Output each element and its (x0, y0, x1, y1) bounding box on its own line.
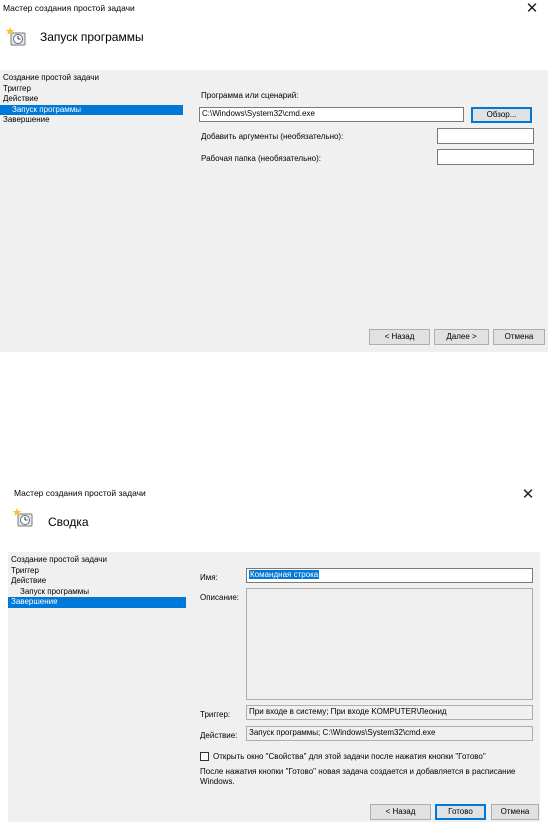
wizard-steps: Создание простой задачи Триггер Действие… (0, 73, 183, 126)
action-value: Запуск программы; C:\Windows\System32\cm… (246, 726, 533, 741)
cancel-button[interactable]: Отмена (491, 804, 539, 820)
open-properties-label[interactable]: Открыть окно "Свойства" для этой задачи … (213, 752, 486, 761)
page-title: Запуск программы (40, 30, 144, 44)
trigger-label: Триггер: (200, 710, 231, 719)
title-bar: Мастер создания простой задачи ✕ (0, 470, 548, 502)
arguments-label: Добавить аргументы (необязательно): (201, 132, 344, 141)
workdir-label: Рабочая папка (необязательно): (201, 154, 322, 163)
wizard-body: Создание простой задачи Триггер Действие… (8, 552, 540, 822)
close-icon[interactable]: ✕ (524, 0, 540, 16)
name-label: Имя: (200, 573, 218, 582)
title-bar: Мастер создания простой задачи ✕ (0, 0, 548, 18)
task-scheduler-icon (6, 27, 26, 46)
step-start-program[interactable]: Запуск программы (0, 104, 183, 115)
step-trigger[interactable]: Триггер (0, 84, 183, 95)
description-field[interactable] (246, 588, 533, 700)
back-button[interactable]: < Назад (369, 329, 430, 345)
program-label: Программа или сценарий: (201, 91, 299, 100)
trigger-value: При входе в систему; При входе KOMPUTER\… (246, 705, 533, 720)
step-action[interactable]: Действие (8, 576, 186, 587)
step-finish[interactable]: Завершение (0, 115, 183, 126)
name-value: Командная строка (249, 570, 320, 579)
close-icon[interactable]: ✕ (520, 486, 536, 502)
cancel-button[interactable]: Отмена (493, 329, 545, 345)
description-label: Описание: (200, 593, 240, 602)
next-button[interactable]: Далее > (434, 329, 489, 345)
wizard-body: Создание простой задачи Триггер Действие… (0, 70, 548, 352)
window-title: Мастер создания простой задачи (14, 488, 146, 498)
open-properties-checkbox[interactable] (200, 752, 209, 761)
wizard-steps: Создание простой задачи Триггер Действие… (8, 555, 186, 608)
step-start-program[interactable]: Запуск программы (8, 587, 186, 598)
back-button[interactable]: < Назад (370, 804, 431, 820)
step-finish[interactable]: Завершение (8, 597, 186, 608)
name-input[interactable]: Командная строка (246, 568, 533, 583)
step-trigger[interactable]: Триггер (8, 566, 186, 577)
finish-button[interactable]: Готово (435, 804, 486, 820)
info-text: После нажатия кнопки "Готово" новая зада… (200, 767, 516, 786)
page-title: Сводка (48, 515, 89, 529)
browse-button[interactable]: Обзор... (471, 107, 532, 123)
step-create-task[interactable]: Создание простой задачи (8, 555, 186, 566)
create-task-wizard-program: Мастер создания простой задачи ✕ Запуск … (0, 0, 548, 352)
window-title: Мастер создания простой задачи (3, 3, 135, 13)
step-create-task[interactable]: Создание простой задачи (0, 73, 183, 84)
program-input[interactable]: C:\Windows\System32\cmd.exe (199, 107, 464, 122)
workdir-input[interactable] (437, 149, 534, 165)
task-scheduler-icon (13, 508, 33, 527)
action-label: Действие: (200, 731, 238, 740)
create-task-wizard-summary: Мастер создания простой задачи ✕ Сводка … (0, 470, 548, 822)
arguments-input[interactable] (437, 128, 534, 144)
step-action[interactable]: Действие (0, 94, 183, 105)
